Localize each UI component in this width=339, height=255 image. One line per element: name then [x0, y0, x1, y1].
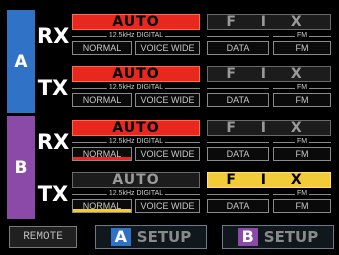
normal-button[interactable]: NORMAL [72, 199, 132, 213]
normal-button[interactable]: NORMAL [72, 147, 132, 161]
a-setup-label: SETUP [136, 228, 192, 246]
normal-button[interactable]: NORMAL [72, 41, 132, 55]
auto-button[interactable]: AUTO [72, 172, 200, 188]
group-b-badge: B [7, 116, 35, 219]
rx-label: RX [37, 130, 70, 154]
group-b: B RX AUTO F I X 12.5kHz DIGITAL FM NORMA… [7, 116, 331, 219]
group-a-tx-row: TX AUTO F I X 12.5kHz DIGITAL FM NORMAL … [37, 62, 331, 114]
fm-button[interactable]: FM [273, 147, 331, 161]
fm-caption: FM [273, 32, 331, 40]
fm-caption: FM [273, 138, 331, 146]
auto-button[interactable]: AUTO [72, 14, 200, 30]
fix-button[interactable]: F I X [207, 172, 331, 188]
group-b-tx-row: TX AUTO F I X 12.5kHz DIGITAL FM NORMAL … [37, 168, 331, 220]
auto-button[interactable]: AUTO [72, 66, 200, 82]
a-setup-button[interactable]: A SETUP [95, 225, 207, 249]
fm-button[interactable]: FM [273, 93, 331, 107]
b-setup-letter: B [237, 228, 258, 246]
group-a: A RX AUTO F I X 12.5kHz DIGITAL FM NORMA… [7, 10, 331, 113]
voice-wide-button[interactable]: VOICE WIDE [135, 199, 200, 213]
auto-button[interactable]: AUTO [72, 120, 200, 136]
data-button[interactable]: DATA [207, 93, 269, 107]
digital-caption: 12.5kHz DIGITAL [72, 190, 200, 198]
digital-caption: 12.5kHz DIGITAL [72, 138, 200, 146]
data-button[interactable]: DATA [207, 199, 269, 213]
fm-caption: FM [273, 190, 331, 198]
data-button[interactable]: DATA [207, 147, 269, 161]
digital-caption: 12.5kHz DIGITAL [72, 32, 200, 40]
voice-wide-button[interactable]: VOICE WIDE [135, 41, 200, 55]
group-a-badge: A [7, 10, 35, 113]
fix-button[interactable]: F I X [207, 120, 331, 136]
fix-button[interactable]: F I X [207, 14, 331, 30]
data-caption-line [207, 32, 269, 40]
group-b-rx-row: RX AUTO F I X 12.5kHz DIGITAL FM NORMAL … [37, 116, 331, 168]
radio-mode-screen: A RX AUTO F I X 12.5kHz DIGITAL FM NORMA… [0, 0, 339, 255]
tx-label: TX [37, 76, 69, 100]
b-setup-button[interactable]: B SETUP [222, 225, 334, 249]
fm-button[interactable]: FM [273, 41, 331, 55]
a-setup-letter: A [110, 228, 131, 246]
fm-caption: FM [273, 84, 331, 92]
normal-button[interactable]: NORMAL [72, 93, 132, 107]
digital-caption: 12.5kHz DIGITAL [72, 84, 200, 92]
tx-label: TX [37, 182, 69, 206]
data-button[interactable]: DATA [207, 41, 269, 55]
data-caption-line [207, 190, 269, 198]
data-caption-line [207, 138, 269, 146]
footer-bar: REMOTE A SETUP B SETUP [0, 223, 339, 255]
remote-button[interactable]: REMOTE [9, 226, 77, 248]
b-setup-label: SETUP [263, 228, 319, 246]
voice-wide-button[interactable]: VOICE WIDE [135, 93, 200, 107]
data-caption-line [207, 84, 269, 92]
voice-wide-button[interactable]: VOICE WIDE [135, 147, 200, 161]
group-a-rx-row: RX AUTO F I X 12.5kHz DIGITAL FM NORMAL … [37, 10, 331, 62]
fix-button[interactable]: F I X [207, 66, 331, 82]
fm-button[interactable]: FM [273, 199, 331, 213]
rx-label: RX [37, 24, 70, 48]
